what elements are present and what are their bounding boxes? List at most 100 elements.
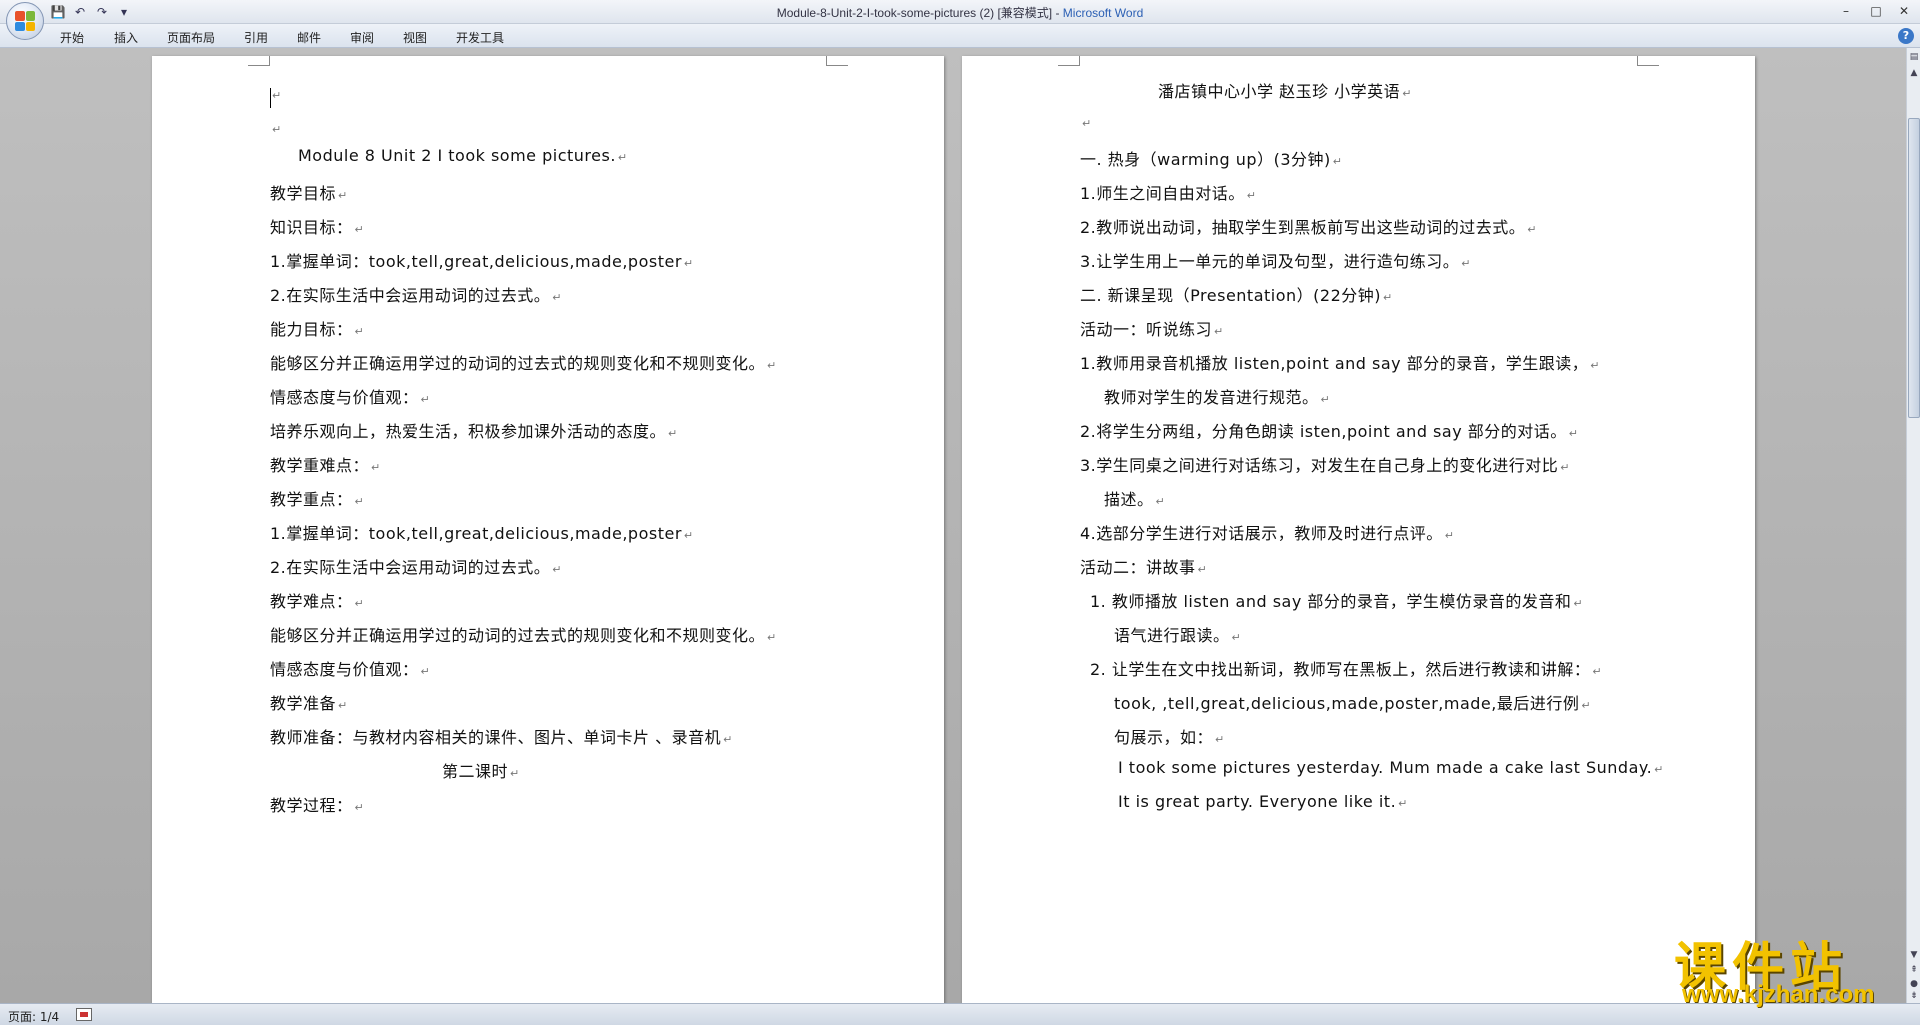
paragraph-mark-icon: ↵ <box>1581 699 1592 712</box>
previous-page-icon[interactable]: ⇞ <box>1908 963 1920 977</box>
maximize-button[interactable]: □ <box>1864 2 1888 20</box>
page-right-line-text: 3.学生同桌之间进行对话练习，对发生在自己身上的变化进行对比 <box>1080 456 1559 475</box>
page-right-line: ↵ <box>1080 112 1092 131</box>
page-left-line-text: 培养乐观向上，热爱生活，积极参加课外活动的态度。 <box>270 422 667 441</box>
page-left-line-text: 教学过程： <box>270 796 353 815</box>
paragraph-mark-icon: ↵ <box>1590 359 1600 372</box>
paragraph-mark-icon: ↵ <box>354 495 365 508</box>
tab-references[interactable]: 引用 <box>244 29 268 46</box>
page-left-line: ↵ <box>270 118 282 137</box>
page-right-line: 1.教师用录音机播放 listen,point and say 部分的录音，学生… <box>1080 350 1600 374</box>
tab-mailings[interactable]: 邮件 <box>297 29 321 46</box>
tab-view[interactable]: 视图 <box>403 29 427 46</box>
tab-home[interactable]: 开始 <box>60 29 84 46</box>
paragraph-mark-icon: ↵ <box>420 393 431 406</box>
document-area[interactable]: ↵ ↵ Module 8 Unit 2 I took some pictures. ↵… <box>0 48 1906 1003</box>
page-left-line-text: 教学重难点： <box>270 456 370 475</box>
page-left-line: 情感态度与价值观： ↵ <box>270 656 430 680</box>
page-right-line: 二. 新课呈现（Presentation）(22分钟) ↵ <box>1080 282 1393 306</box>
page-right-line-text: 二. 新课呈现（Presentation）(22分钟) <box>1080 286 1382 305</box>
page-left-line-text: 2.在实际生活中会运用动词的过去式。 <box>270 558 551 577</box>
page-right-line: I took some pictures yesterday. Mum made… <box>1118 758 1664 777</box>
scroll-down-icon[interactable]: ▼ <box>1908 948 1920 962</box>
paragraph-mark-icon: ↵ <box>1214 325 1224 338</box>
watermark-logo: 课件站 www.kjzhan.com <box>1674 925 1906 1009</box>
page-left-line-text: 教学目标 <box>270 184 337 203</box>
tab-page-layout[interactable]: 页面布局 <box>167 29 215 46</box>
page-left-line-text: 2.在实际生活中会运用动词的过去式。 <box>270 286 551 305</box>
page-count[interactable]: 页面: 1/4 <box>8 1008 59 1025</box>
paragraph-mark-icon: ↵ <box>1082 117 1092 130</box>
paragraph-mark-icon: ↵ <box>617 151 628 164</box>
paragraph-mark-icon: ↵ <box>1573 597 1584 610</box>
page-left-line-text: 第二课时 <box>442 762 509 781</box>
page-right-line: 3.学生同桌之间进行对话练习，对发生在自己身上的变化进行对比 ↵ <box>1080 452 1570 476</box>
paragraph-mark-icon: ↵ <box>1246 189 1257 202</box>
scroll-thumb[interactable] <box>1908 118 1920 418</box>
page-left-line: 2.在实际生活中会运用动词的过去式。 ↵ <box>270 554 562 578</box>
page-left-line-text: 能够区分并正确运用学过的动词的过去式的规则变化和不规则变化。 <box>270 626 766 645</box>
help-icon[interactable]: ? <box>1898 28 1914 44</box>
document-page-right[interactable]: 潘店镇中心小学 赵玉珍 小学英语 ↵ ↵ 一. 热身（warming up）(3分钟)… <box>962 56 1755 1003</box>
crop-mark <box>826 56 848 66</box>
paragraph-mark-icon: ↵ <box>1592 665 1603 678</box>
page-right-line: 活动一：听说练习 ↵ <box>1080 316 1224 340</box>
status-bar: 页面: 1/4 <box>0 1003 1920 1025</box>
page-left-line: 教学准备 ↵ <box>270 690 348 714</box>
page-right-line: took, ,tell,great,delicious,made,poster,… <box>1114 690 1591 714</box>
paragraph-mark-icon: ↵ <box>354 597 365 610</box>
close-button[interactable]: ✕ <box>1892 2 1916 20</box>
tab-developer[interactable]: 开发工具 <box>456 29 504 46</box>
paragraph-mark-icon: ↵ <box>510 767 520 780</box>
paragraph-mark-icon: ↵ <box>371 461 381 474</box>
paragraph-mark-icon: ↵ <box>1231 631 1242 644</box>
page-right-line-text: 教师对学生的发音进行规范。 <box>1104 388 1319 407</box>
page-left-line: 第二课时 ↵ <box>442 758 520 782</box>
page-left-line-text: 1.掌握单词：took,tell,great,delicious,made,po… <box>270 252 682 271</box>
page-right-line: 潘店镇中心小学 赵玉珍 小学英语 ↵ <box>1158 78 1412 102</box>
paragraph-mark-icon: ↵ <box>354 801 365 814</box>
window-title: Module-8-Unit-2-I-took-some-pictures (2)… <box>0 4 1920 21</box>
paragraph-mark-icon: ↵ <box>1461 257 1471 270</box>
page-left-line-text: 能力目标： <box>270 320 353 339</box>
page-left-line-text: 教学准备 <box>270 694 337 713</box>
paragraph-mark-icon: ↵ <box>1560 461 1570 474</box>
page-left-line-text: 教学重点： <box>270 490 353 509</box>
paragraph-mark-icon: ↵ <box>683 257 694 270</box>
paragraph-mark-icon: ↵ <box>420 665 431 678</box>
vertical-scrollbar[interactable]: ▤ ▲ ▼ ⇞ ● ⇟ <box>1906 48 1920 1003</box>
tab-insert[interactable]: 插入 <box>114 29 138 46</box>
page-right-line-text: 语气进行跟读。 <box>1114 626 1230 645</box>
page-right-line: 活动二：讲故事 ↵ <box>1080 554 1207 578</box>
proofing-icon[interactable] <box>76 1008 92 1021</box>
page-left-line: 能力目标： ↵ <box>270 316 364 340</box>
ruler-toggle-icon[interactable]: ▤ <box>1908 50 1920 64</box>
office-button[interactable] <box>6 2 44 40</box>
tab-review[interactable]: 审阅 <box>350 29 374 46</box>
page-left-line: 情感态度与价值观： ↵ <box>270 384 430 408</box>
paragraph-mark-icon: ↵ <box>1527 223 1537 236</box>
paragraph-mark-icon: ↵ <box>1383 291 1393 304</box>
scroll-up-icon[interactable]: ▲ <box>1908 66 1920 80</box>
page-right-line: 3.让学生用上一单元的单词及句型，进行造句练习。 ↵ <box>1080 248 1471 272</box>
page-right-line-text: 2.教师说出动词，抽取学生到黑板前写出这些动词的过去式。 <box>1080 218 1526 237</box>
page-left-line: 能够区分并正确运用学过的动词的过去式的规则变化和不规则变化。 ↵ <box>270 622 777 646</box>
next-page-icon[interactable]: ⇟ <box>1908 989 1920 1003</box>
title-bar: 💾 ↶ ↷ ▾ Module-8-Unit-2-I-took-some-pict… <box>0 0 1920 24</box>
paragraph-mark-icon: ↵ <box>1398 797 1408 810</box>
document-page-left[interactable]: ↵ ↵ Module 8 Unit 2 I took some pictures. ↵… <box>152 56 944 1003</box>
paragraph-mark-icon: ↵ <box>767 631 777 644</box>
page-right-line-text: 2. 让学生在文中找出新词，教师写在黑板上，然后进行教读和讲解： <box>1090 660 1591 679</box>
page-right-line: 教师对学生的发音进行规范。 ↵ <box>1104 384 1330 408</box>
crop-mark <box>248 56 270 66</box>
paragraph-mark-icon: ↵ <box>552 563 562 576</box>
ribbon-tabs: 开始 插入 页面布局 引用 邮件 审阅 视图 开发工具 ? <box>0 24 1920 48</box>
minimize-button[interactable]: – <box>1834 2 1858 20</box>
page-left-line-text: 情感态度与价值观： <box>270 660 419 679</box>
paragraph-mark-icon: ↵ <box>668 427 678 440</box>
page-right-line-text: took, ,tell,great,delicious,made,poster,… <box>1114 694 1580 713</box>
page-left-line-text: 能够区分并正确运用学过的动词的过去式的规则变化和不规则变化。 <box>270 354 766 373</box>
page-left-line-text: 教师准备：与教材内容相关的课件、图片、单词卡片 、录音机 <box>270 728 722 747</box>
page-right-line-text: 描述。 <box>1104 490 1154 509</box>
page-left-line: 培养乐观向上，热爱生活，积极参加课外活动的态度。 ↵ <box>270 418 678 442</box>
